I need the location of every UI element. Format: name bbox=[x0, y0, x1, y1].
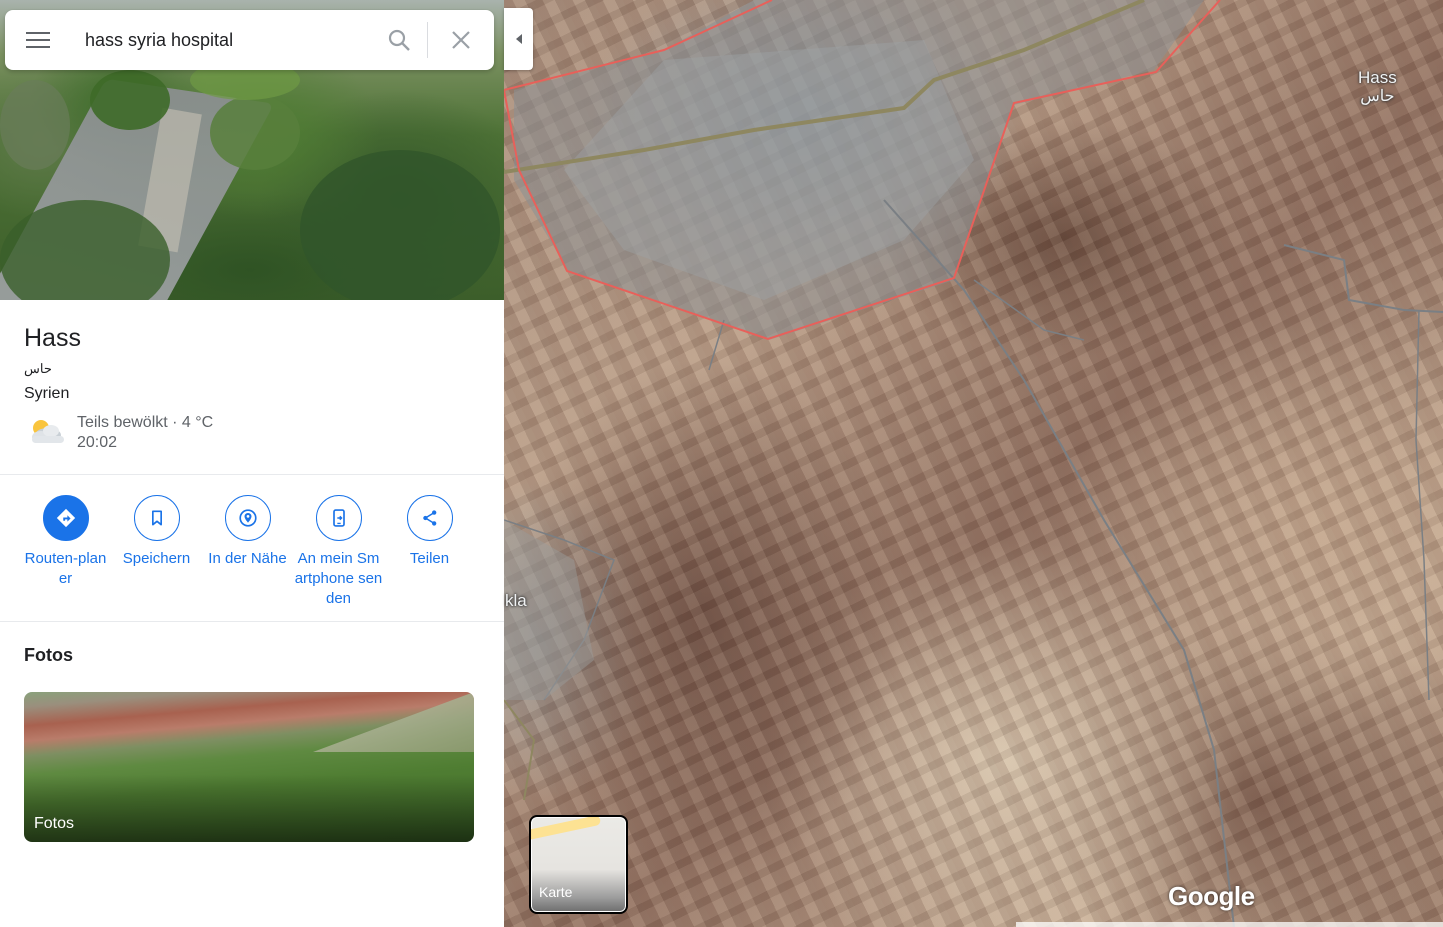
close-icon bbox=[452, 31, 470, 49]
road bbox=[504, 699, 536, 801]
partly-cloudy-icon bbox=[24, 413, 66, 447]
nearby-button[interactable]: In der Nähe bbox=[202, 495, 293, 609]
directions-label: Routen-planer bbox=[24, 550, 107, 587]
caret-left-icon bbox=[515, 34, 522, 44]
weather-row: Teils bewölkt · 4 °C 20:02 bbox=[24, 413, 484, 453]
road bbox=[708, 319, 725, 371]
layer-toggle-label: Karte bbox=[539, 884, 573, 900]
place-arabic-name: حاس bbox=[24, 361, 52, 376]
hamburger-menu-icon bbox=[26, 32, 50, 48]
bookmark-icon bbox=[151, 510, 162, 526]
photos-section-title: Fotos bbox=[24, 645, 73, 665]
send-to-phone-icon bbox=[332, 509, 345, 527]
photos-card-label: Fotos bbox=[34, 815, 75, 832]
photos-card[interactable]: Fotos bbox=[24, 692, 474, 842]
map-overlay bbox=[504, 0, 1443, 927]
place-country: Syrien bbox=[24, 385, 70, 402]
action-bar: Routen-planer Speichern In der Nähe An m… bbox=[20, 495, 480, 609]
send-to-phone-label: An mein Smartphone senden bbox=[294, 550, 383, 607]
hero-tree bbox=[90, 70, 170, 130]
nearby-label: In der Nähe bbox=[208, 550, 287, 567]
divider bbox=[0, 474, 504, 475]
weather-time: 20:02 bbox=[77, 434, 118, 451]
google-logo: Google bbox=[1168, 881, 1255, 911]
photo-hill bbox=[313, 692, 474, 752]
road bbox=[1415, 309, 1430, 701]
share-icon bbox=[422, 510, 436, 526]
directions-button[interactable]: Routen-planer bbox=[20, 495, 111, 609]
side-panel: Hass حاس Syrien Teils bewölkt · 4 °C 20:… bbox=[0, 0, 504, 927]
weather-text: Teils bewölkt · 4 °C 20:02 bbox=[77, 413, 213, 453]
map-label-hass[interactable]: Hass حاس bbox=[1358, 68, 1397, 106]
send-to-phone-button[interactable]: An mein Smartphone senden bbox=[293, 495, 384, 609]
place-info: Hass حاس Syrien Teils bewölkt · 4 °C 20:… bbox=[24, 322, 484, 453]
map-canvas[interactable]: Hass حاس bbox=[504, 0, 1443, 927]
hero-tree bbox=[210, 95, 300, 170]
search-button[interactable] bbox=[371, 10, 427, 70]
share-label: Teilen bbox=[409, 550, 450, 567]
map-label-kla[interactable]: kla bbox=[505, 591, 527, 610]
layer-preview-road bbox=[531, 817, 602, 842]
map-attribution-bar bbox=[1016, 922, 1443, 927]
nearby-icon bbox=[238, 509, 257, 527]
road bbox=[1283, 244, 1443, 313]
divider bbox=[0, 621, 504, 622]
hero-tree bbox=[300, 150, 500, 300]
clear-search-button[interactable] bbox=[428, 10, 494, 70]
save-button[interactable]: Speichern bbox=[111, 495, 202, 609]
search-input[interactable] bbox=[71, 20, 371, 60]
road bbox=[883, 199, 1235, 927]
directions-icon bbox=[56, 508, 75, 528]
search-box bbox=[5, 10, 494, 70]
save-label: Speichern bbox=[122, 550, 191, 567]
collapse-panel-button[interactable] bbox=[504, 8, 533, 70]
search-icon bbox=[388, 29, 410, 51]
hero-tree bbox=[0, 80, 70, 170]
menu-button[interactable] bbox=[5, 10, 71, 70]
layer-toggle-button[interactable]: Karte bbox=[529, 815, 628, 914]
share-button[interactable]: Teilen bbox=[384, 495, 475, 609]
place-title: Hass bbox=[24, 324, 81, 352]
weather-condition: Teils bewölkt · 4 °C bbox=[77, 414, 214, 431]
